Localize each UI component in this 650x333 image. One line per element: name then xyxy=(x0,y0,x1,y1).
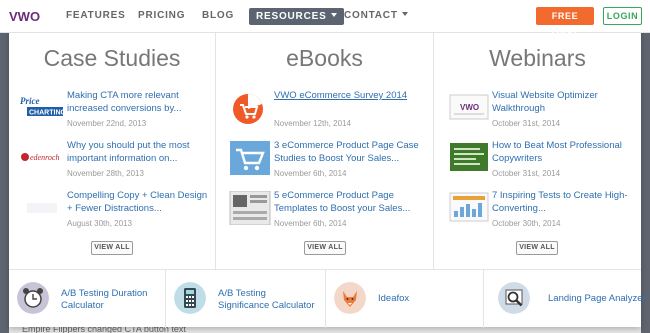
list-item[interactable]: Price CHARTING Making CTA more relevant … xyxy=(9,89,215,133)
vwo-slide-thumb: VWO xyxy=(449,94,489,120)
tool-label: Landing Page Analyzer xyxy=(548,293,646,305)
nav-contact-label: CONTACT xyxy=(344,10,398,21)
item-title[interactable]: Making CTA more relevant increased conve… xyxy=(67,89,215,115)
item-title[interactable]: Compelling Copy + Clean Design + Fewer D… xyxy=(67,189,215,215)
item-title[interactable]: 7 Inspiring Tests to Create High-Convert… xyxy=(492,189,640,215)
view-all-button[interactable]: VIEW ALL xyxy=(91,241,133,255)
svg-text:CHARTING: CHARTING xyxy=(29,110,66,117)
list-item[interactable]: 3 eCommerce Product Page Case Studies to… xyxy=(216,139,433,183)
view-all-button[interactable]: VIEW ALL xyxy=(304,241,346,255)
item-date: October 31st, 2014 xyxy=(492,119,561,128)
pie-cart-icon xyxy=(233,94,263,124)
list-item[interactable]: How to Beat Most Professional Copywriter… xyxy=(434,139,641,183)
list-item[interactable]: 7 Inspiring Tests to Create High-Convert… xyxy=(434,189,641,233)
nav-resources-label: RESOURCES xyxy=(256,11,327,22)
item-date: October 30th, 2014 xyxy=(492,219,561,228)
tool-label-line: Calculator xyxy=(61,300,104,311)
cart-icon xyxy=(230,141,270,175)
chevron-down-icon xyxy=(330,13,337,17)
column-title: Webinars xyxy=(489,45,586,71)
item-date: October 31st, 2014 xyxy=(492,169,561,178)
green-slide-thumb xyxy=(450,143,488,171)
item-date: November 28th, 2013 xyxy=(67,169,144,178)
webinars-column: Webinars VWO Visual Website Optimizer Wa… xyxy=(433,27,641,269)
list-item[interactable]: VWO Visual Website Optimizer Walkthrough… xyxy=(434,89,641,133)
fox-icon xyxy=(334,282,366,314)
item-title[interactable]: 5 eCommerce Product Page Templates to Bo… xyxy=(274,189,422,215)
item-date: November 12th, 2014 xyxy=(274,119,351,128)
template-icon xyxy=(229,191,271,225)
magnifier-icon xyxy=(498,282,530,314)
login-button[interactable]: LOGIN xyxy=(603,7,642,25)
item-title[interactable]: Why you should put the most important in… xyxy=(67,139,215,165)
tool-label-line: Landing Page Analyzer xyxy=(548,293,646,304)
tool-label: Ideafox xyxy=(378,293,409,305)
item-date: November 6th, 2014 xyxy=(274,219,347,228)
item-date: August 30th, 2013 xyxy=(67,219,132,228)
column-title: eBooks xyxy=(286,45,363,71)
top-navigation: VWO FEATURES PRICING BLOG RESOURCES CONT… xyxy=(0,0,650,39)
vwo-logo[interactable]: VWO xyxy=(8,7,40,25)
tool-label-line: A/B Testing xyxy=(218,288,266,299)
chart-slide-thumb xyxy=(449,192,489,222)
tool-label: A/B Testing Significance Calculator xyxy=(218,288,315,312)
pricecharting-logo: Price CHARTING xyxy=(20,96,66,117)
tool-label-line: Ideafox xyxy=(378,293,410,304)
ebooks-column: eBooks VWO eCommerce Survey 2014 Novembe… xyxy=(215,27,433,269)
alarm-clock-icon xyxy=(17,282,49,314)
tool-label: A/B Testing Duration Calculator xyxy=(61,288,147,312)
tool-ideafox[interactable]: Ideafox xyxy=(325,270,483,328)
nav-features[interactable]: FEATURES xyxy=(66,10,126,21)
tool-duration-calculator[interactable]: A/B Testing Duration Calculator xyxy=(9,270,165,328)
free-trial-button[interactable]: FREE TRIAL xyxy=(536,7,594,39)
nav-resources[interactable]: RESOURCES xyxy=(249,8,344,25)
tool-landing-page-analyzer[interactable]: Landing Page Analyzer xyxy=(483,270,646,328)
tools-row: A/B Testing Duration Calculator A/B Test… xyxy=(9,269,646,328)
list-item[interactable]: Compelling Copy + Clean Design + Fewer D… xyxy=(9,189,215,233)
item-date: November 6th, 2014 xyxy=(274,169,347,178)
view-all-button[interactable]: VIEW ALL xyxy=(516,241,558,255)
list-item[interactable]: VWO eCommerce Survey 2014 November 12th,… xyxy=(216,89,433,133)
nav-blog[interactable]: BLOG xyxy=(202,10,234,21)
item-title[interactable]: 3 eCommerce Product Page Case Studies to… xyxy=(274,139,422,165)
list-item[interactable]: edenroch Why you should put the most imp… xyxy=(9,139,215,183)
nav-contact[interactable]: CONTACT xyxy=(344,10,408,21)
calculator-icon xyxy=(174,282,206,314)
case-studies-column: Case Studies Price CHARTING Making CTA m… xyxy=(9,27,215,269)
svg-text:VWO: VWO xyxy=(460,103,479,112)
page-background-right xyxy=(641,33,650,333)
edenroch-logo: edenroch xyxy=(21,153,59,162)
item-title[interactable]: VWO eCommerce Survey 2014 xyxy=(274,89,422,102)
nav-pricing[interactable]: PRICING xyxy=(138,10,185,21)
page-background-left xyxy=(0,33,9,333)
svg-text:VWO: VWO xyxy=(9,9,40,24)
svg-text:Price: Price xyxy=(20,96,40,106)
blank-logo xyxy=(27,203,57,213)
resources-mega-menu: Case Studies Price CHARTING Making CTA m… xyxy=(9,27,646,328)
column-title: Case Studies xyxy=(43,45,181,71)
tool-label-line: A/B Testing Duration xyxy=(61,288,148,299)
svg-text:edenroch: edenroch xyxy=(30,153,59,162)
item-date: November 22nd, 2013 xyxy=(67,119,147,128)
tool-significance-calculator[interactable]: A/B Testing Significance Calculator xyxy=(165,270,325,328)
tool-label-line: Significance Calculator xyxy=(218,300,315,311)
chevron-down-icon xyxy=(401,12,408,16)
list-item[interactable]: 5 eCommerce Product Page Templates to Bo… xyxy=(216,189,433,233)
item-title[interactable]: How to Beat Most Professional Copywriter… xyxy=(492,139,640,165)
item-title[interactable]: Visual Website Optimizer Walkthrough xyxy=(492,89,640,115)
